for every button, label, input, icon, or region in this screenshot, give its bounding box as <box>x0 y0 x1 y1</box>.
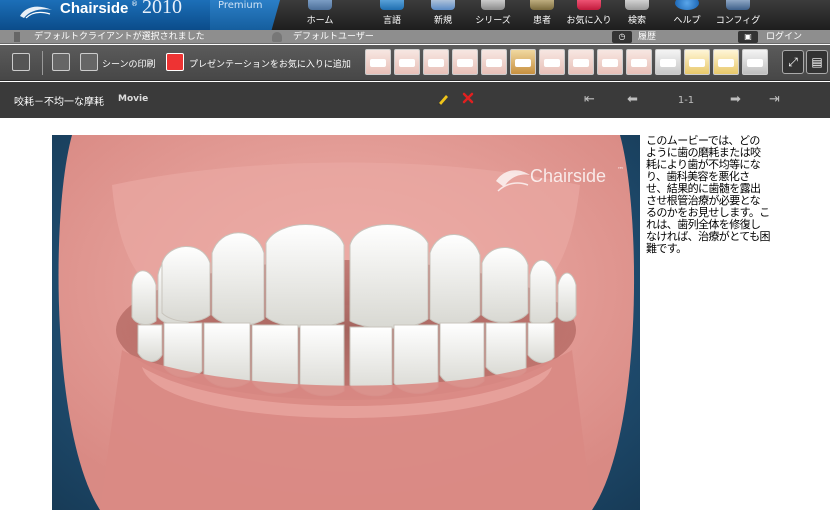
nav-home-label: ホーム <box>306 16 334 26</box>
nav-patient-button[interactable]: 患者 <box>517 0 567 30</box>
last-page-icon[interactable]: ⇥ <box>769 92 780 107</box>
print-scene-button[interactable]: シーンの印刷 <box>102 57 156 70</box>
scene-thumbnail[interactable] <box>481 49 507 75</box>
nav-new-button[interactable]: 新規 <box>418 0 468 30</box>
series-icon <box>481 0 505 10</box>
info-icon[interactable] <box>52 53 70 71</box>
scene-thumbnail[interactable] <box>742 49 768 75</box>
search-icon <box>625 0 649 10</box>
client-status-text: デフォルトクライアントが選択されました <box>34 32 205 42</box>
scene-thumbnail[interactable] <box>568 49 594 75</box>
language-icon <box>380 0 404 10</box>
add-favorite-button[interactable]: プレゼンテーションをお気に入りに追加 <box>189 57 351 70</box>
help-icon <box>675 0 699 10</box>
expand-icon[interactable]: ⤢ <box>782 50 804 74</box>
config-icon <box>726 0 750 10</box>
scene-thumbnail[interactable] <box>423 49 449 75</box>
nav-language-button[interactable]: 言語 <box>367 0 417 30</box>
brand-registered: ® <box>131 0 138 8</box>
brand-name: Chairside <box>60 0 129 17</box>
brand-year: 2010 <box>142 0 182 18</box>
toolbar-divider <box>42 51 43 75</box>
nav-search-button[interactable]: 検索 <box>612 0 662 30</box>
movie-player[interactable]: Chairside ™ <box>52 135 640 510</box>
clock-icon[interactable]: ◷ <box>612 31 632 43</box>
scene-thumbnail[interactable] <box>510 49 536 75</box>
nav-search-label: 検索 <box>627 16 646 26</box>
scene-thumbnail[interactable] <box>713 49 739 75</box>
prev-page-icon[interactable]: ⬅ <box>627 92 638 107</box>
first-page-icon[interactable]: ⇤ <box>584 92 595 107</box>
presentation-icon[interactable]: ▤ <box>806 50 828 74</box>
edition-label: Premium <box>218 0 263 11</box>
media-type-label: Movie <box>118 94 149 104</box>
scene-thumbnail[interactable] <box>655 49 681 75</box>
fullscreen-icon[interactable] <box>12 53 30 71</box>
new-icon <box>431 0 455 10</box>
scene-title: 咬耗－不均一な摩耗 <box>14 97 104 108</box>
nav-series-button[interactable]: シリーズ <box>468 0 518 30</box>
edition-badge: Premium <box>210 0 280 30</box>
scene-title-bar: 咬耗－不均一な摩耗 Movie ⇤ ⬅ 1-1 ➡ ⇥ <box>0 82 830 118</box>
status-bar: デフォルトクライアントが選択されました デフォルトユーザー ◷ 履歴 ▣ ログイ… <box>0 30 830 44</box>
home-icon <box>308 0 332 10</box>
current-user: デフォルトユーザー <box>293 32 374 42</box>
nav-home-button[interactable]: ホーム <box>295 0 345 30</box>
scene-thumbnail[interactable] <box>684 49 710 75</box>
nav-favorites-label: お気に入り <box>566 16 612 26</box>
heart-icon[interactable] <box>166 53 184 71</box>
pencil-icon[interactable] <box>436 92 450 106</box>
brand-area: Chairside ® 2010 <box>0 0 210 30</box>
nav-help-label: ヘルプ <box>673 16 701 26</box>
nav-favorites-button[interactable]: お気に入り <box>564 0 614 30</box>
chairside-logo-icon <box>20 6 52 19</box>
patient-icon <box>530 0 554 10</box>
scene-thumbnail[interactable] <box>626 49 652 75</box>
delete-icon[interactable] <box>462 92 474 104</box>
toolbar: シーンの印刷 プレゼンテーションをお気に入りに追加 ⤢ ▤ <box>0 45 830 81</box>
user-icon <box>272 32 282 42</box>
scene-thumbnail[interactable] <box>539 49 565 75</box>
nav-series-label: シリーズ <box>475 16 511 26</box>
history-link[interactable]: 履歴 <box>638 30 656 44</box>
video-watermark: Chairside <box>530 166 607 186</box>
page-indicator: 1-1 <box>677 95 695 106</box>
scene-thumbnail[interactable] <box>597 49 623 75</box>
scene-content: Chairside ™ このムービーでは、どのように歯の磨耗または咬耗により歯が… <box>0 118 830 510</box>
app-header: Chairside ® 2010 Premium ホーム 言語 新規 シリーズ … <box>0 0 830 30</box>
nav-config-button[interactable]: コンフィグ <box>713 0 763 30</box>
scene-thumbnail[interactable] <box>365 49 391 75</box>
login-link[interactable]: ログイン <box>766 30 802 44</box>
nav-new-label: 新規 <box>433 16 452 26</box>
nav-config-label: コンフィグ <box>715 16 761 26</box>
teeth-illustration <box>58 135 635 510</box>
nav-patient-label: 患者 <box>532 16 551 26</box>
pin-icon <box>14 32 20 42</box>
favorites-icon <box>577 0 601 10</box>
lock-icon[interactable]: ▣ <box>738 31 758 43</box>
print-icon[interactable] <box>80 53 98 71</box>
next-page-icon[interactable]: ➡ <box>730 92 741 107</box>
scene-description: このムービーでは、どのように歯の磨耗または咬耗により歯が不均等になり、歯科美容を… <box>646 134 771 255</box>
video-watermark-tm: ™ <box>617 166 624 174</box>
nav-language-label: 言語 <box>382 16 401 26</box>
scene-thumbnail[interactable] <box>452 49 478 75</box>
scene-thumbnail[interactable] <box>394 49 420 75</box>
nav-help-button[interactable]: ヘルプ <box>662 0 712 30</box>
